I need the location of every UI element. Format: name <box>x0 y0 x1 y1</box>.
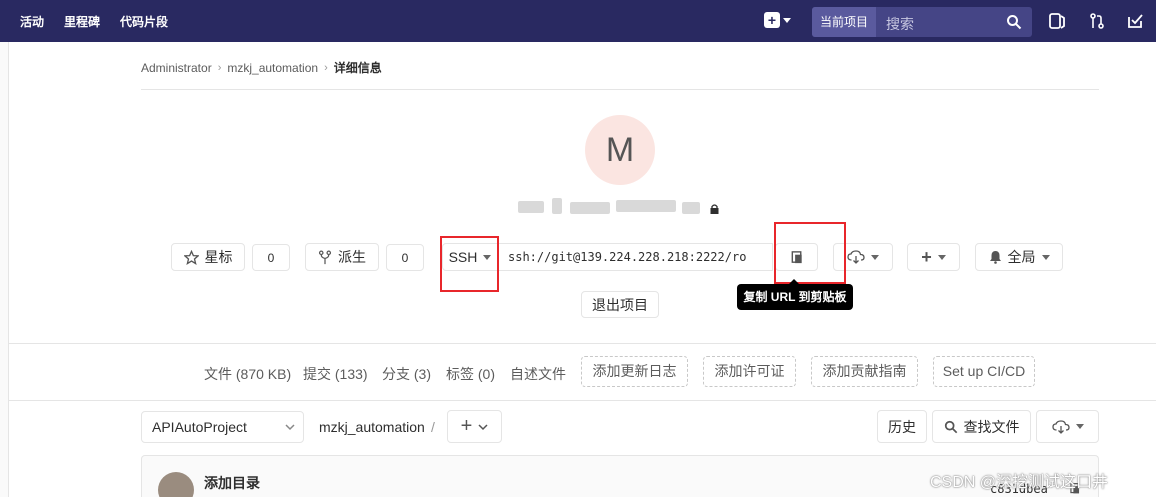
chevron-down-icon <box>1041 254 1050 260</box>
watermark: CSDN @深挖测试这口井 <box>930 474 1109 491</box>
notification-dropdown[interactable]: 全局 <box>975 243 1063 271</box>
add-license-button[interactable]: 添加许可证 <box>703 356 796 387</box>
merge-requests-icon[interactable] <box>1088 12 1106 30</box>
search-icon <box>1007 15 1022 30</box>
add-changelog-button[interactable]: 添加更新日志 <box>581 356 688 387</box>
history-label: 历史 <box>888 418 916 435</box>
chevron-down-icon <box>783 17 791 23</box>
files-stat-link[interactable]: 文件 (870 KB) <box>204 364 291 384</box>
star-count[interactable]: 0 <box>252 244 290 271</box>
highlight-protocol <box>440 236 499 292</box>
divider <box>9 400 1156 401</box>
breadcrumb-current[interactable]: 详细信息 <box>334 59 382 76</box>
divider <box>141 89 1099 90</box>
chevron-down-icon <box>937 254 946 260</box>
highlight-copy-button <box>774 222 846 284</box>
tags-stat-link[interactable]: 标签 (0) <box>446 364 495 384</box>
notification-label: 全局 <box>1007 249 1036 265</box>
tree-path-link[interactable]: mzkj_automation <box>319 419 425 435</box>
fork-count[interactable]: 0 <box>386 244 424 271</box>
breadcrumb-project-link[interactable]: mzkj_automation <box>227 61 318 75</box>
project-title-redacted <box>518 198 703 216</box>
chevron-down-icon <box>285 424 295 431</box>
tree-download-dropdown[interactable] <box>1036 410 1099 443</box>
tree-path-separator: / <box>431 419 435 435</box>
star-button[interactable]: 星标 <box>171 243 245 271</box>
commits-stat-link[interactable]: 提交 (133) <box>303 364 368 384</box>
nav-milestones-link[interactable]: 里程碑 <box>64 13 100 30</box>
add-to-tree-dropdown[interactable]: + <box>447 410 502 443</box>
plus-icon: + <box>921 246 932 267</box>
readme-link[interactable]: 自述文件 <box>510 364 566 384</box>
leave-project-button[interactable]: 退出项目 <box>581 291 659 318</box>
download-cloud-icon <box>1051 419 1070 434</box>
bell-icon <box>989 251 1001 264</box>
clone-url-input[interactable]: ssh://git@139.224.228.218:2222/ro <box>498 243 773 271</box>
lock-icon <box>710 204 719 214</box>
breadcrumb: Administrator › mzkj_automation › 详细信息 <box>141 59 382 76</box>
plus-icon: + <box>764 12 780 28</box>
add-contributing-button[interactable]: 添加贡献指南 <box>811 356 918 387</box>
fork-label: 派生 <box>338 249 366 265</box>
nav-snippets-link[interactable]: 代码片段 <box>120 13 168 30</box>
fork-icon <box>318 250 332 264</box>
search-icon <box>944 420 957 433</box>
divider <box>9 343 1156 344</box>
fork-button[interactable]: 派生 <box>305 243 379 271</box>
breadcrumb-owner-link[interactable]: Administrator <box>141 61 212 75</box>
chevron-down-icon <box>871 254 879 260</box>
issues-icon[interactable] <box>1048 12 1066 30</box>
setup-cicd-button[interactable]: Set up CI/CD <box>933 356 1035 387</box>
search-input[interactable]: 搜索 <box>886 14 914 34</box>
download-cloud-icon <box>847 250 865 264</box>
chevron-right-icon: › <box>324 61 328 74</box>
chevron-down-icon <box>478 423 488 430</box>
new-dropdown-button[interactable]: + <box>764 12 791 28</box>
todos-icon[interactable] <box>1126 12 1144 30</box>
search-scope-badge[interactable]: 当前项目 <box>812 7 876 37</box>
left-sidebar-edge <box>0 42 9 497</box>
plus-icon: + <box>460 415 473 437</box>
star-label: 星标 <box>204 249 233 265</box>
copy-url-tooltip: 复制 URL 到剪贴板 <box>737 279 853 310</box>
add-dropdown[interactable]: + <box>907 243 960 271</box>
branch-select[interactable]: APIAutoProject <box>141 411 304 443</box>
nav-activity-link[interactable]: 活动 <box>20 13 44 30</box>
project-avatar: M <box>585 115 655 185</box>
branches-stat-link[interactable]: 分支 (3) <box>382 364 431 384</box>
branch-select-value: APIAutoProject <box>152 419 247 435</box>
find-file-button[interactable]: 查找文件 <box>932 410 1031 443</box>
commit-title-link[interactable]: 添加目录 <box>204 473 260 493</box>
chevron-right-icon: › <box>217 61 222 74</box>
search-box[interactable]: 当前项目 搜索 <box>812 7 1032 37</box>
chevron-down-icon <box>1075 424 1084 429</box>
top-navbar: 活动 里程碑 代码片段 + 当前项目 搜索 <box>0 0 1156 42</box>
star-icon <box>183 249 199 265</box>
avatar <box>158 472 194 497</box>
leave-project-label: 退出项目 <box>592 296 648 313</box>
find-file-label: 查找文件 <box>963 418 1020 435</box>
history-button[interactable]: 历史 <box>877 410 927 443</box>
